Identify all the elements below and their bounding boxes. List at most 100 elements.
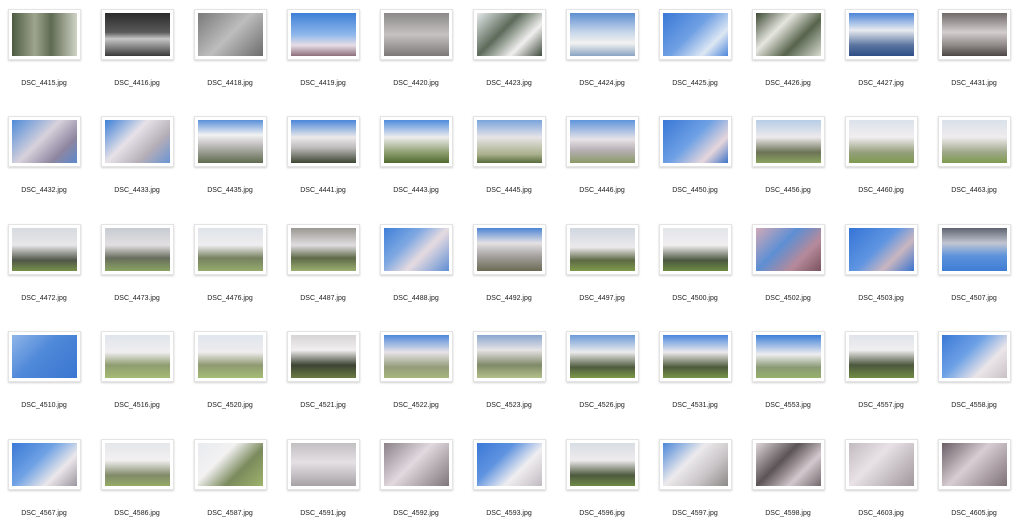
thumbnail-frame[interactable] — [938, 331, 1011, 383]
thumbnail-frame[interactable] — [287, 438, 360, 490]
file-item[interactable]: DSC_4523.jpg — [465, 322, 558, 429]
file-item[interactable]: DSC_4503.jpg — [837, 215, 930, 322]
file-item[interactable]: DSC_4510.jpg — [0, 322, 93, 429]
file-item[interactable]: DSC_4507.jpg — [930, 215, 1023, 322]
file-item[interactable]: DSC_4500.jpg — [651, 215, 744, 322]
file-name-label[interactable]: DSC_4502.jpg — [744, 294, 832, 303]
file-name-label[interactable]: DSC_4446.jpg — [558, 186, 646, 195]
thumbnail-frame[interactable] — [659, 116, 732, 168]
file-item[interactable]: DSC_4492.jpg — [465, 215, 558, 322]
thumbnail-frame[interactable] — [380, 223, 453, 275]
thumbnail-frame[interactable] — [566, 438, 639, 490]
file-item[interactable]: DSC_4531.jpg — [651, 322, 744, 429]
file-item[interactable]: DSC_4557.jpg — [837, 322, 930, 429]
file-name-label[interactable]: DSC_4553.jpg — [744, 401, 832, 410]
file-name-label[interactable]: DSC_4460.jpg — [837, 186, 925, 195]
thumbnail-frame[interactable] — [752, 331, 825, 383]
file-item[interactable]: DSC_4516.jpg — [93, 322, 186, 429]
file-item[interactable]: DSC_4446.jpg — [558, 107, 651, 214]
file-item[interactable]: DSC_4432.jpg — [0, 107, 93, 214]
thumbnail-frame[interactable] — [659, 438, 732, 490]
file-item[interactable]: DSC_4420.jpg — [372, 0, 465, 107]
thumbnail-frame[interactable] — [194, 438, 267, 490]
file-name-label[interactable]: DSC_4592.jpg — [372, 509, 460, 518]
thumbnail-frame[interactable] — [380, 9, 453, 60]
file-item[interactable]: DSC_4418.jpg — [186, 0, 279, 107]
file-item[interactable]: DSC_4435.jpg — [186, 107, 279, 214]
thumbnail-frame[interactable] — [287, 223, 360, 275]
thumbnail-frame[interactable] — [101, 9, 174, 60]
file-item[interactable]: DSC_4473.jpg — [93, 215, 186, 322]
thumbnail-frame[interactable] — [473, 331, 546, 383]
file-name-label[interactable]: DSC_4426.jpg — [744, 79, 832, 88]
file-name-label[interactable]: DSC_4520.jpg — [186, 401, 274, 410]
file-item[interactable]: DSC_4431.jpg — [930, 0, 1023, 107]
thumbnail-frame[interactable] — [473, 223, 546, 275]
thumbnail-frame[interactable] — [752, 9, 825, 60]
thumbnail-frame[interactable] — [566, 9, 639, 60]
file-item[interactable]: DSC_4425.jpg — [651, 0, 744, 107]
thumbnail-frame[interactable] — [101, 223, 174, 275]
file-name-label[interactable]: DSC_4507.jpg — [930, 294, 1018, 303]
file-name-label[interactable]: DSC_4605.jpg — [930, 509, 1018, 518]
thumbnail-frame[interactable] — [938, 223, 1011, 275]
file-name-label[interactable]: DSC_4415.jpg — [0, 79, 88, 88]
file-name-label[interactable]: DSC_4557.jpg — [837, 401, 925, 410]
thumbnail-frame[interactable] — [566, 331, 639, 383]
file-name-label[interactable]: DSC_4419.jpg — [279, 79, 367, 88]
thumbnail-frame[interactable] — [845, 438, 918, 490]
file-name-label[interactable]: DSC_4456.jpg — [744, 186, 832, 195]
file-name-label[interactable]: DSC_4500.jpg — [651, 294, 739, 303]
file-item[interactable]: DSC_4521.jpg — [279, 322, 372, 429]
thumbnail-frame[interactable] — [287, 331, 360, 383]
thumbnail-frame[interactable] — [473, 438, 546, 490]
thumbnail-frame[interactable] — [659, 331, 732, 383]
file-name-label[interactable]: DSC_4488.jpg — [372, 294, 460, 303]
file-item[interactable]: DSC_4520.jpg — [186, 322, 279, 429]
file-item[interactable]: DSC_4597.jpg — [651, 430, 744, 527]
file-item[interactable]: DSC_4603.jpg — [837, 430, 930, 527]
thumbnail-frame[interactable] — [473, 9, 546, 60]
thumbnail-frame[interactable] — [194, 116, 267, 168]
file-name-label[interactable]: DSC_4492.jpg — [465, 294, 553, 303]
file-item[interactable]: DSC_4450.jpg — [651, 107, 744, 214]
file-item[interactable]: DSC_4424.jpg — [558, 0, 651, 107]
file-name-label[interactable]: DSC_4591.jpg — [279, 509, 367, 518]
file-name-label[interactable]: DSC_4567.jpg — [0, 509, 88, 518]
file-name-label[interactable]: DSC_4503.jpg — [837, 294, 925, 303]
file-item[interactable]: DSC_4587.jpg — [186, 430, 279, 527]
thumbnail-frame[interactable] — [380, 331, 453, 383]
thumbnail-frame[interactable] — [8, 116, 81, 168]
thumbnail-frame[interactable] — [938, 438, 1011, 490]
file-name-label[interactable]: DSC_4587.jpg — [186, 509, 274, 518]
thumbnail-frame[interactable] — [287, 116, 360, 168]
thumbnail-frame[interactable] — [8, 9, 81, 60]
thumbnail-frame[interactable] — [194, 9, 267, 60]
thumbnail-frame[interactable] — [752, 438, 825, 490]
thumbnail-frame[interactable] — [101, 331, 174, 383]
file-name-label[interactable]: DSC_4418.jpg — [186, 79, 274, 88]
file-name-label[interactable]: DSC_4450.jpg — [651, 186, 739, 195]
file-name-label[interactable]: DSC_4586.jpg — [93, 509, 181, 518]
file-name-label[interactable]: DSC_4521.jpg — [279, 401, 367, 410]
file-item[interactable]: DSC_4416.jpg — [93, 0, 186, 107]
thumbnail-frame[interactable] — [566, 223, 639, 275]
file-name-label[interactable]: DSC_4510.jpg — [0, 401, 88, 410]
file-item[interactable]: DSC_4497.jpg — [558, 215, 651, 322]
thumbnail-frame[interactable] — [938, 9, 1011, 60]
file-item[interactable]: DSC_4558.jpg — [930, 322, 1023, 429]
file-item[interactable]: DSC_4596.jpg — [558, 430, 651, 527]
file-name-label[interactable]: DSC_4526.jpg — [558, 401, 646, 410]
file-item[interactable]: DSC_4427.jpg — [837, 0, 930, 107]
thumbnail-frame[interactable] — [194, 223, 267, 275]
file-name-label[interactable]: DSC_4473.jpg — [93, 294, 181, 303]
thumbnail-frame[interactable] — [938, 116, 1011, 168]
file-name-label[interactable]: DSC_4431.jpg — [930, 79, 1018, 88]
file-name-label[interactable]: DSC_4432.jpg — [0, 186, 88, 195]
file-item[interactable]: DSC_4586.jpg — [93, 430, 186, 527]
file-name-label[interactable]: DSC_4558.jpg — [930, 401, 1018, 410]
file-item[interactable]: DSC_4605.jpg — [930, 430, 1023, 527]
file-name-label[interactable]: DSC_4416.jpg — [93, 79, 181, 88]
file-item[interactable]: DSC_4463.jpg — [930, 107, 1023, 214]
file-name-label[interactable]: DSC_4522.jpg — [372, 401, 460, 410]
